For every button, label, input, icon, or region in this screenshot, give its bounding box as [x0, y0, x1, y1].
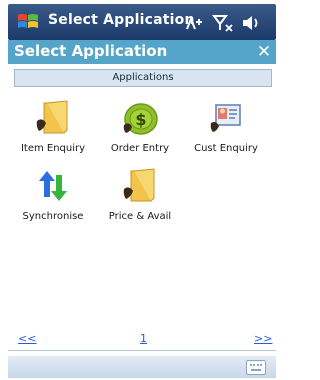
current-page-link[interactable]: 1 [140, 332, 147, 345]
pager: << 1 >> [8, 332, 276, 348]
windows-start-icon[interactable] [16, 11, 40, 33]
previous-page-link[interactable]: << [18, 332, 36, 345]
softkey-bar [8, 356, 276, 378]
page-title: Select Application [14, 42, 168, 60]
app-label: Item Enquiry [20, 143, 86, 154]
app-synchronise[interactable]: Synchronise [12, 167, 94, 222]
folder-icon [36, 100, 68, 134]
speaker-volume-icon[interactable] [240, 13, 262, 33]
network-connection-icon[interactable] [184, 13, 206, 33]
app-item-enquiry[interactable]: Item Enquiry [12, 99, 94, 154]
signal-strength-icon[interactable] [212, 13, 234, 33]
keyboard-icon[interactable] [246, 360, 266, 375]
dollar-coin-icon: $ [123, 103, 158, 135]
divider [8, 350, 276, 351]
app-label: Price & Avail [108, 211, 172, 222]
next-page-link[interactable]: >> [254, 332, 272, 345]
app-label: Cust Enquiry [194, 143, 258, 154]
app-price-avail[interactable]: Price & Avail [99, 167, 181, 222]
applications-header: Applications [14, 69, 272, 87]
sync-arrows-icon [39, 171, 67, 201]
status-bar: Select Application [8, 4, 276, 40]
customer-card-icon [210, 104, 241, 132]
app-label: Synchronise [22, 211, 84, 222]
screen: Select Application Select Application ✕ … [0, 0, 281, 380]
status-icons [184, 13, 264, 33]
app-label: Order Entry [110, 143, 170, 154]
app-order-entry[interactable]: $ Order Entry [99, 99, 181, 154]
close-button[interactable]: ✕ [254, 40, 274, 64]
status-bar-title: Select Application [48, 12, 195, 28]
app-title-bar: Select Application ✕ [8, 40, 276, 64]
folder-icon [123, 168, 155, 202]
svg-text:$: $ [135, 110, 146, 129]
app-cust-enquiry[interactable]: Cust Enquiry [185, 99, 267, 154]
